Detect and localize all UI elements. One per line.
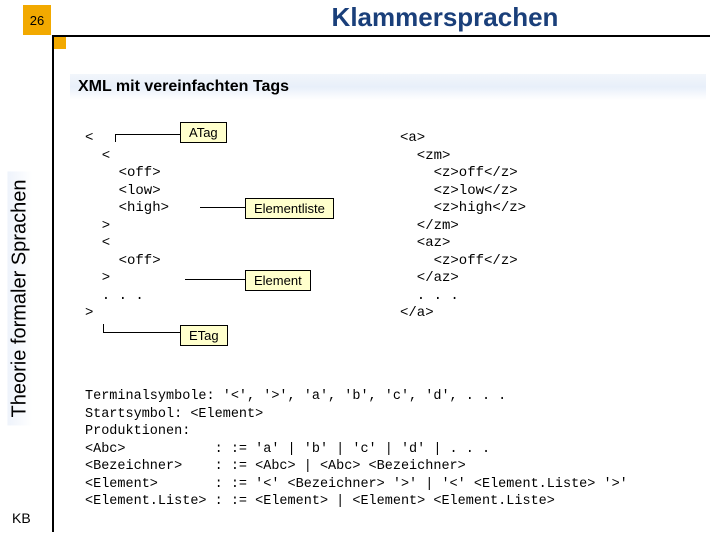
- callout-etag: ETag: [180, 325, 228, 346]
- page-number: 26: [30, 13, 44, 28]
- rule-top: [52, 35, 710, 37]
- code-simplified: < < <off> <low> <high> > < <off> > . . .…: [85, 130, 169, 323]
- pointer-line: [115, 134, 116, 142]
- slide: 26 Klammersprachen XML mit vereinfachten…: [0, 0, 720, 540]
- example-area: < < <off> <low> <high> > < <off> > . . .…: [70, 110, 708, 360]
- grammar-block: Terminalsymbole: '<', '>', 'a', 'b', 'c'…: [85, 388, 628, 511]
- page-number-box: 26: [23, 5, 51, 35]
- callout-atag: ATag: [180, 122, 227, 143]
- subtitle: XML mit vereinfachten Tags: [70, 74, 706, 100]
- pointer-line: [185, 279, 245, 280]
- pointer-line: [200, 207, 245, 208]
- code-xml: <a> <zm> <z>off</z> <z>low</z> <z>high</…: [400, 130, 526, 323]
- corner-accent: [54, 37, 66, 49]
- pointer-line: [103, 332, 180, 333]
- pointer-line: [115, 134, 180, 135]
- content-area: < < <off> <low> <high> > < <off> > . . .…: [70, 110, 708, 528]
- subtitle-text: XML mit vereinfachten Tags: [78, 78, 289, 96]
- callout-element: Element: [245, 270, 311, 291]
- callout-elementliste: Elementliste: [245, 198, 334, 219]
- slide-title: Klammersprachen: [200, 2, 690, 33]
- rule-left: [52, 35, 54, 532]
- footer-label: KB: [12, 510, 31, 526]
- pointer-line: [103, 324, 104, 332]
- sidebar-label: Theorie formaler Sprachen: [8, 171, 33, 425]
- sidebar-label-wrap: Theorie formaler Sprachen: [0, 128, 40, 468]
